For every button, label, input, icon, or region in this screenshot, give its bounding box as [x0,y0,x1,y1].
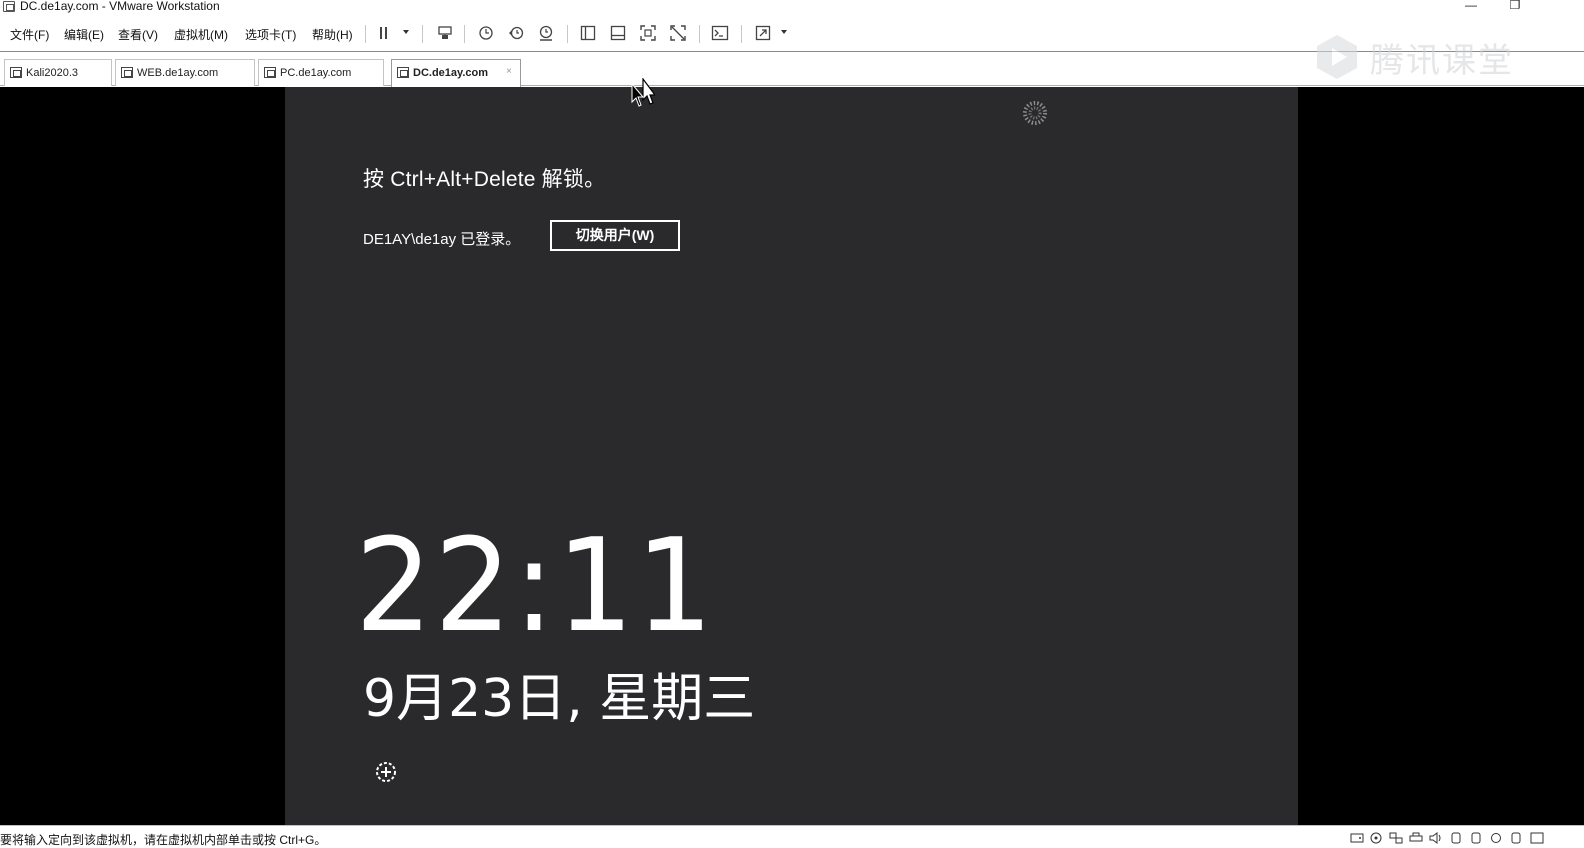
toolbar-separator [699,25,700,43]
fullscreen-icon[interactable] [639,24,657,42]
menu-help[interactable]: 帮助(H) [312,26,353,43]
stretch-icon[interactable] [754,24,772,42]
menu-file[interactable]: 文件(F) [10,26,49,43]
chevron-down-icon[interactable] [781,30,787,34]
toolbar-separator [422,25,423,43]
ease-of-access-icon[interactable] [373,759,399,785]
snapshot-icon[interactable] [477,24,495,42]
status-bar: 要将输入定向到该虚拟机，请在虚拟机内部单击或按 Ctrl+G。 [0,825,1584,848]
toolbar-separator [365,25,366,43]
vm-icon [397,67,409,78]
tab-dc[interactable]: DC.de1ay.com × [391,59,521,87]
status-message: 要将输入定向到该虚拟机，请在虚拟机内部单击或按 Ctrl+G。 [0,833,327,847]
title-bar: DC.de1ay.com - VMware Workstation — ❐ [0,0,1584,14]
sound-icon[interactable] [1429,832,1443,844]
usb-icon[interactable] [1509,832,1523,844]
menu-vm[interactable]: 虚拟机(M) [174,26,228,43]
tab-pc[interactable]: PC.de1ay.com [258,59,384,86]
tab-kali[interactable]: Kali2020.3 [4,59,112,86]
watermark-text: 腾讯课堂 [1370,40,1514,81]
menu-view[interactable]: 查看(V) [118,26,158,43]
tab-label: WEB.de1ay.com [137,67,219,79]
network-icon[interactable] [1389,832,1403,844]
tab-label: Kali2020.3 [26,67,78,79]
hard-disk-icon[interactable] [1350,832,1364,844]
restore-button[interactable]: ❐ [1500,0,1530,12]
login-status: DE1AY\de1ay 已登录。 [363,231,521,248]
minimize-button[interactable]: — [1456,0,1486,12]
close-icon[interactable]: × [506,66,512,77]
tab-web[interactable]: WEB.de1ay.com [115,59,255,86]
revert-snapshot-icon[interactable] [507,24,525,42]
console-icon[interactable] [711,24,729,42]
toolbar-separator [741,25,742,43]
usb-icon[interactable] [1489,832,1503,844]
menu-edit[interactable]: 编辑(E) [64,26,104,43]
vm-icon [10,67,22,78]
window-title: DC.de1ay.com - VMware Workstation [20,0,220,13]
tab-label: DC.de1ay.com [413,67,488,79]
cd-rom-icon[interactable] [1369,832,1383,844]
tab-label: PC.de1ay.com [280,67,352,79]
mouse-cursor-icon [631,78,655,107]
display-icon[interactable] [1530,832,1544,844]
chevron-down-icon[interactable] [403,30,409,34]
clock-date: 9月23日, 星期三 [363,669,756,729]
library-view-icon[interactable] [579,24,597,42]
usb-icon[interactable] [1469,832,1483,844]
switch-user-button[interactable]: 切换用户(W) [550,220,680,251]
loading-spinner-icon [1023,101,1047,125]
vm-icon [264,67,276,78]
usb-icon[interactable] [1449,832,1463,844]
menu-tabs[interactable]: 选项卡(T) [245,26,296,43]
vm-icon [121,67,133,78]
windows-lock-screen[interactable]: 按 Ctrl+Alt+Delete 解锁。 DE1AY\de1ay 已登录。 切… [285,87,1298,825]
tencent-classroom-logo-icon [1317,35,1357,79]
send-ctrl-alt-del-icon[interactable] [436,24,454,42]
vmware-app-icon [3,1,15,12]
toolbar-separator [464,25,465,43]
thumbnail-view-icon[interactable] [609,24,627,42]
snapshot-manager-icon[interactable] [537,24,555,42]
unity-icon[interactable] [669,24,687,42]
vm-display[interactable]: 按 Ctrl+Alt+Delete 解锁。 DE1AY\de1ay 已登录。 切… [0,87,1584,825]
watermark: 腾讯课堂 [1312,32,1514,82]
printer-icon[interactable] [1409,832,1423,844]
clock-time: 22:11 [355,512,715,661]
unlock-hint: 按 Ctrl+Alt+Delete 解锁。 [363,168,606,191]
pause-icon[interactable] [375,24,393,42]
toolbar-separator [567,25,568,43]
